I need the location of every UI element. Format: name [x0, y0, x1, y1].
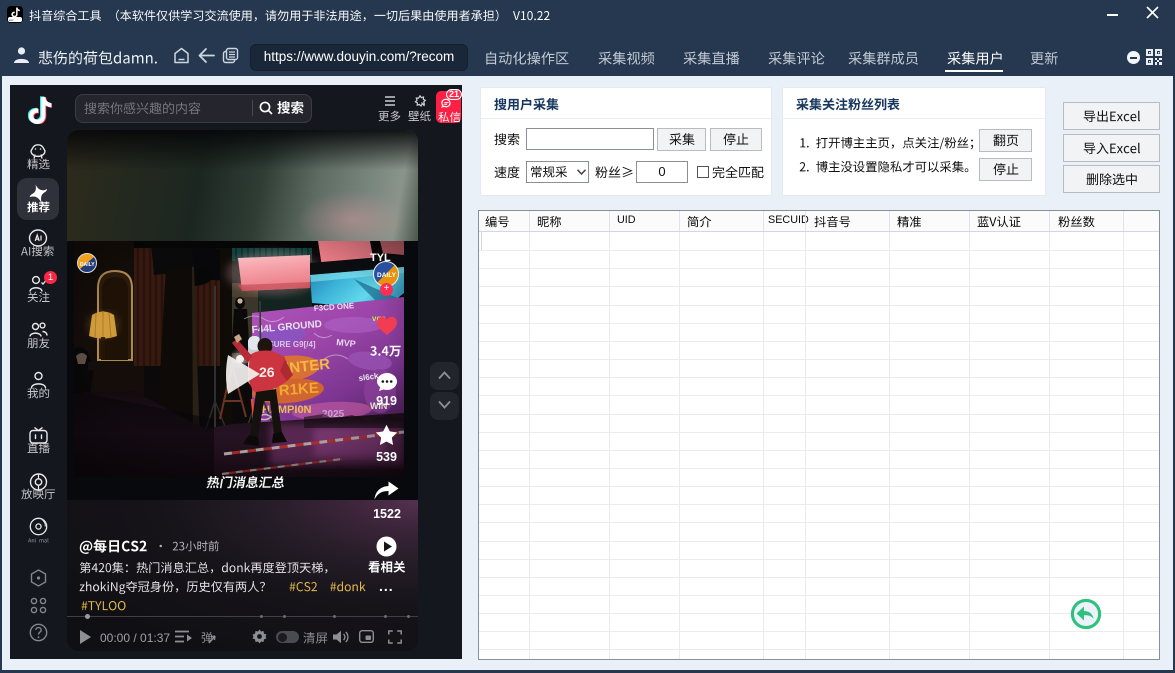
svg-text:DAILY: DAILY	[80, 262, 95, 268]
